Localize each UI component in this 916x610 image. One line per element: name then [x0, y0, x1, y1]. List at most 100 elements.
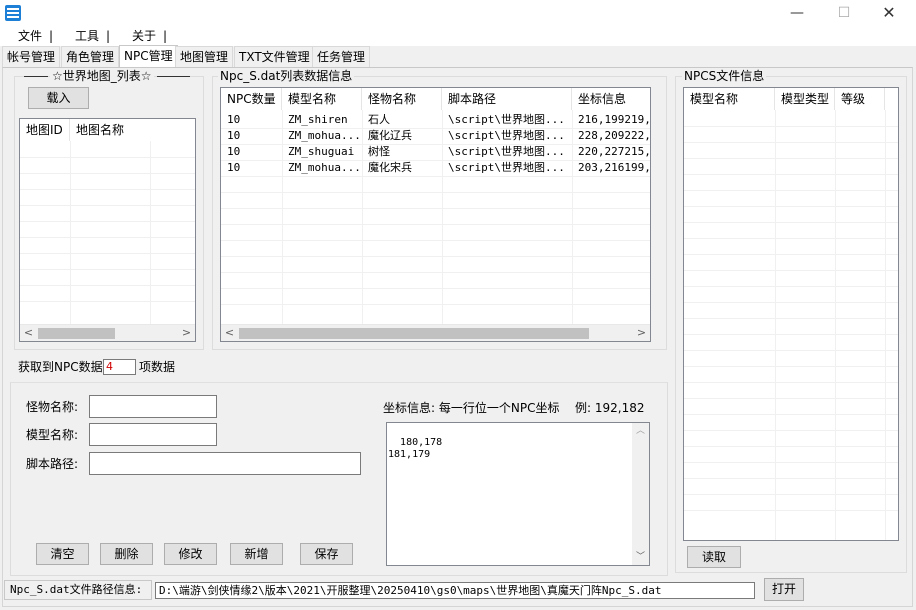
tab-account[interactable]: 帐号管理: [2, 46, 61, 67]
coord-cell: 228,209222,2: [578, 129, 651, 142]
npc-count-cell: 10: [227, 161, 241, 174]
scroll-thumb[interactable]: [38, 328, 115, 339]
tab-role[interactable]: 角色管理: [61, 46, 120, 67]
menu-separator: |: [163, 29, 168, 43]
npc-count-cell: 10: [227, 145, 241, 158]
maximize-icon: ☐: [837, 5, 851, 21]
menu-bar: 文件 | 工具 | 关于 |: [0, 26, 916, 46]
npc-count-label: 获取到NPC数据: [18, 360, 103, 374]
tab-task[interactable]: 任务管理: [312, 46, 371, 67]
npc-count-cell: 10: [227, 113, 241, 126]
scroll-right-icon[interactable]: >: [633, 325, 650, 341]
scroll-down-icon[interactable]: ﹀: [632, 551, 649, 563]
script-path-label: 脚本路径:: [26, 457, 79, 471]
coords-text: 180,178 181,179: [388, 437, 443, 460]
delete-button[interactable]: 删除: [100, 543, 153, 565]
model-name-cell: ZM_mohua...: [288, 129, 361, 142]
scroll-right-icon[interactable]: >: [178, 325, 195, 341]
column-header[interactable]: 模型名称: [684, 88, 775, 110]
menu-tools[interactable]: 工具: [75, 28, 99, 44]
monster-name-cell: 石人: [368, 113, 390, 126]
title-bar: — ☐ ✕: [0, 0, 916, 26]
column-header[interactable]: 模型类型: [775, 88, 835, 110]
close-icon: ✕: [882, 3, 896, 22]
modify-button[interactable]: 修改: [164, 543, 217, 565]
minimize-button[interactable]: —: [777, 4, 817, 22]
npc-list[interactable]: NPC数量 模型名称 怪物名称 脚本路径 坐标信息 10 ZM_shiren 石…: [220, 87, 651, 342]
file-path-field[interactable]: D:\端游\剑侠情缘2\版本\2021\开服整理\20250410\gs0\ma…: [155, 582, 755, 599]
coord-cell: 203,216199,2: [578, 161, 651, 174]
npc-count-suffix: 项数据: [139, 360, 176, 374]
list-header: NPC数量 模型名称 怪物名称 脚本路径 坐标信息: [221, 88, 650, 110]
monster-name-cell: 魔化辽兵: [368, 129, 412, 142]
coord-info-label: 坐标信息: 每一行位一个NPC坐标: [383, 401, 560, 415]
menu-about[interactable]: 关于: [132, 28, 156, 44]
menu-separator: |: [49, 29, 54, 43]
table-row[interactable]: 10 ZM_mohua... 魔化辽兵 \script\世界地图... 228,…: [221, 128, 650, 144]
load-button[interactable]: 载入: [28, 87, 89, 109]
model-name-input[interactable]: [89, 423, 217, 446]
tab-map[interactable]: 地图管理: [175, 46, 234, 67]
table-row[interactable]: 10 ZM_shiren 石人 \script\世界地图... 216,1992…: [221, 112, 650, 128]
npc-list-title: Npc_S.dat列表数据信息: [218, 69, 355, 83]
path-label-box: Npc_S.dat文件路径信息:: [4, 580, 152, 600]
add-button[interactable]: 新增: [230, 543, 283, 565]
menu-separator: |: [106, 29, 111, 43]
menu-file[interactable]: 文件: [18, 28, 42, 44]
column-header[interactable]: 坐标信息: [572, 88, 650, 110]
script-path-cell: \script\世界地图...: [448, 129, 565, 142]
title-line-left: [24, 76, 48, 77]
npcs-file-title: NPCS文件信息: [682, 69, 767, 83]
title-line-right: [157, 76, 190, 77]
model-name-label: 模型名称:: [26, 428, 79, 442]
scroll-left-icon[interactable]: <: [20, 325, 37, 341]
table-row[interactable]: 10 ZM_shuguai 树怪 \script\世界地图... 220,227…: [221, 144, 650, 160]
coord-example-label: 例: 192,182: [575, 401, 645, 415]
scroll-up-icon[interactable]: ︿: [632, 425, 649, 437]
maximize-button[interactable]: ☐: [824, 4, 864, 22]
list-header: 模型名称 模型类型 等级: [684, 88, 898, 110]
column-header[interactable]: 地图ID: [20, 119, 70, 141]
table-row[interactable]: 10 ZM_mohua... 魔化宋兵 \script\世界地图... 203,…: [221, 160, 650, 176]
tab-npc[interactable]: NPC管理: [119, 45, 178, 68]
list-header: 地图ID 地图名称: [20, 119, 195, 141]
coord-cell: 216,199219,2: [578, 113, 651, 126]
column-header[interactable]: 怪物名称: [362, 88, 442, 110]
column-header[interactable]: 地图名称: [70, 119, 150, 141]
model-name-cell: ZM_shuguai: [288, 145, 355, 158]
coord-cell: 220,227215,2: [578, 145, 651, 158]
monster-name-label: 怪物名称:: [26, 400, 79, 414]
monster-name-input[interactable]: [89, 395, 217, 418]
npc-count-field[interactable]: 4: [103, 359, 136, 375]
npcs-file-list[interactable]: 模型名称 模型类型 等级: [683, 87, 899, 541]
column-header[interactable]: 等级: [835, 88, 885, 110]
monster-name-cell: 树怪: [368, 145, 390, 158]
horizontal-scrollbar[interactable]: < >: [221, 324, 650, 341]
path-label: Npc_S.dat文件路径信息:: [10, 583, 143, 596]
script-path-input[interactable]: [89, 452, 361, 475]
world-map-title: ☆世界地图_列表☆: [50, 69, 154, 83]
clear-button[interactable]: 清空: [36, 543, 89, 565]
column-header[interactable]: 脚本路径: [442, 88, 572, 110]
tab-txt-file[interactable]: TXT文件管理: [234, 46, 315, 67]
open-button[interactable]: 打开: [764, 578, 804, 601]
npc-count-cell: 10: [227, 129, 241, 142]
minimize-icon: —: [790, 5, 804, 21]
horizontal-scrollbar[interactable]: < >: [20, 324, 195, 341]
model-name-cell: ZM_shiren: [288, 113, 348, 126]
column-header[interactable]: NPC数量: [221, 88, 282, 110]
scroll-thumb[interactable]: [239, 328, 589, 339]
close-button[interactable]: ✕: [869, 4, 909, 22]
script-path-cell: \script\世界地图...: [448, 145, 565, 158]
model-name-cell: ZM_mohua...: [288, 161, 361, 174]
save-button[interactable]: 保存: [300, 543, 353, 565]
read-button[interactable]: 读取: [687, 546, 741, 568]
script-path-cell: \script\世界地图...: [448, 161, 565, 174]
coords-textarea[interactable]: 180,178 181,179 ︿ ﹀: [386, 422, 650, 566]
scroll-left-icon[interactable]: <: [221, 325, 238, 341]
world-map-list[interactable]: 地图ID 地图名称 < >: [19, 118, 196, 342]
monster-name-cell: 魔化宋兵: [368, 161, 412, 174]
column-header[interactable]: 模型名称: [282, 88, 362, 110]
vertical-scrollbar[interactable]: ︿ ﹀: [632, 423, 649, 565]
script-path-cell: \script\世界地图...: [448, 113, 565, 126]
